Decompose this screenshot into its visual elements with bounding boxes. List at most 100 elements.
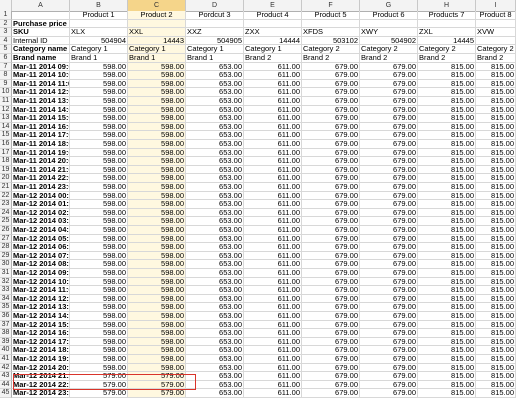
column-header-h[interactable]: H bbox=[418, 0, 476, 11]
cell[interactable]: 679.00 bbox=[302, 269, 360, 278]
row-header[interactable]: 1 bbox=[0, 11, 12, 20]
cell[interactable]: 611.00 bbox=[244, 226, 302, 235]
cell[interactable]: 679.00 bbox=[302, 260, 360, 269]
cell[interactable]: 653.00 bbox=[186, 148, 244, 158]
cell[interactable]: Mar-12 2014 03:00 bbox=[12, 217, 70, 226]
cell[interactable]: 653.00 bbox=[186, 157, 244, 166]
row-header[interactable]: 7 bbox=[0, 62, 12, 72]
row-header[interactable]: 18 bbox=[0, 157, 12, 166]
cell[interactable]: 679.00 bbox=[302, 165, 360, 175]
cell[interactable]: 679.00 bbox=[302, 174, 360, 183]
cell[interactable] bbox=[302, 19, 360, 29]
row-header[interactable]: 6 bbox=[0, 54, 12, 63]
cell[interactable]: 598.00 bbox=[128, 97, 186, 106]
cell[interactable]: 815.00 bbox=[418, 114, 476, 123]
cell[interactable]: 653.00 bbox=[186, 114, 244, 123]
cell[interactable]: 611.00 bbox=[244, 114, 302, 123]
cell[interactable]: 598.00 bbox=[70, 191, 128, 201]
cell[interactable]: Category 2 bbox=[302, 45, 360, 54]
cell[interactable]: 679.00 bbox=[302, 346, 360, 355]
cell[interactable] bbox=[12, 11, 70, 20]
cell[interactable]: 598.00 bbox=[128, 234, 186, 244]
cell[interactable] bbox=[418, 19, 476, 29]
row-header[interactable]: 19 bbox=[0, 165, 12, 175]
cell[interactable]: 815.00 bbox=[418, 277, 476, 287]
cell[interactable]: Brand 2 bbox=[418, 54, 476, 63]
cell[interactable]: 679.00 bbox=[360, 131, 418, 140]
row-header[interactable]: 17 bbox=[0, 148, 12, 158]
cell[interactable]: 815.00 bbox=[418, 380, 476, 390]
cell[interactable]: 598.00 bbox=[70, 234, 128, 244]
cell[interactable]: Brand 1 bbox=[70, 54, 128, 63]
cell[interactable]: 653.00 bbox=[186, 62, 244, 72]
cell[interactable]: 653.00 bbox=[186, 346, 244, 355]
cell[interactable]: 598.00 bbox=[70, 320, 128, 330]
column-header-d[interactable]: D bbox=[186, 0, 244, 11]
cell[interactable]: 611.00 bbox=[244, 200, 302, 209]
cell[interactable]: 815.00 bbox=[418, 140, 476, 149]
cell[interactable]: 815.00 bbox=[476, 286, 516, 295]
cell[interactable]: Brand 2 bbox=[476, 54, 516, 63]
cell[interactable]: 598.00 bbox=[128, 79, 186, 89]
cell[interactable]: 598.00 bbox=[128, 122, 186, 132]
cell[interactable]: 679.00 bbox=[360, 260, 418, 269]
cell[interactable]: 611.00 bbox=[244, 243, 302, 252]
cell[interactable]: 598.00 bbox=[70, 217, 128, 226]
cell[interactable]: 679.00 bbox=[302, 355, 360, 364]
cell[interactable]: Mar-12 2014 09:00 bbox=[12, 269, 70, 278]
column-header-g[interactable]: G bbox=[360, 0, 418, 11]
row-header[interactable]: 15 bbox=[0, 131, 12, 140]
cell[interactable]: 815.00 bbox=[476, 165, 516, 175]
cell[interactable]: 815.00 bbox=[418, 200, 476, 209]
cell[interactable]: 679.00 bbox=[302, 234, 360, 244]
cell[interactable]: 611.00 bbox=[244, 234, 302, 244]
cell[interactable]: 598.00 bbox=[128, 243, 186, 252]
cell[interactable]: 598.00 bbox=[70, 277, 128, 287]
cell[interactable]: 815.00 bbox=[418, 122, 476, 132]
cell[interactable]: 679.00 bbox=[360, 380, 418, 390]
cell[interactable]: Mar-11 2014 13:00 bbox=[12, 97, 70, 106]
row-header[interactable]: 13 bbox=[0, 114, 12, 123]
cell[interactable]: 598.00 bbox=[128, 105, 186, 115]
cell[interactable]: 679.00 bbox=[360, 363, 418, 373]
cell[interactable]: ZXL bbox=[418, 28, 476, 37]
cell[interactable]: 815.00 bbox=[476, 105, 516, 115]
cell[interactable]: 653.00 bbox=[186, 294, 244, 304]
cell[interactable]: 598.00 bbox=[128, 131, 186, 140]
cell[interactable]: 653.00 bbox=[186, 131, 244, 140]
row-header[interactable]: 35 bbox=[0, 303, 12, 312]
cell[interactable]: 598.00 bbox=[70, 260, 128, 269]
cell[interactable]: Mar-12 2014 13:00 bbox=[12, 303, 70, 312]
row-header[interactable]: 5 bbox=[0, 45, 12, 54]
cell[interactable]: 815.00 bbox=[476, 355, 516, 364]
cell[interactable]: Mar-12 2014 10:00 bbox=[12, 277, 70, 287]
row-header[interactable]: 23 bbox=[0, 200, 12, 209]
cell[interactable]: 679.00 bbox=[360, 312, 418, 321]
column-header-f[interactable]: F bbox=[302, 0, 360, 11]
cell[interactable]: 579.00 bbox=[128, 372, 186, 381]
cell[interactable]: 815.00 bbox=[418, 303, 476, 312]
cell[interactable]: Mar-12 2014 19:00 bbox=[12, 355, 70, 364]
cell[interactable]: 815.00 bbox=[418, 131, 476, 140]
cell[interactable]: 598.00 bbox=[70, 122, 128, 132]
cell[interactable]: Product 8 bbox=[476, 11, 516, 20]
cell[interactable]: 653.00 bbox=[186, 183, 244, 192]
cell[interactable]: 679.00 bbox=[302, 191, 360, 201]
cell[interactable]: 679.00 bbox=[302, 122, 360, 132]
cell[interactable]: 611.00 bbox=[244, 312, 302, 321]
cell[interactable]: 579.00 bbox=[128, 380, 186, 390]
cell[interactable]: 815.00 bbox=[418, 329, 476, 338]
cell[interactable]: 815.00 bbox=[476, 380, 516, 390]
cell[interactable]: 598.00 bbox=[70, 312, 128, 321]
cell[interactable]: 815.00 bbox=[418, 183, 476, 192]
cell[interactable]: 598.00 bbox=[128, 346, 186, 355]
cell[interactable]: Brand 1 bbox=[128, 54, 186, 63]
cell[interactable]: 611.00 bbox=[244, 79, 302, 89]
cell[interactable]: Mar-12 2014 05:00 bbox=[12, 234, 70, 244]
row-header[interactable]: 43 bbox=[0, 372, 12, 381]
cell[interactable]: 611.00 bbox=[244, 217, 302, 226]
cell[interactable]: XXZ bbox=[186, 28, 244, 37]
column-header-b[interactable]: B bbox=[70, 0, 128, 11]
row-header[interactable]: 12 bbox=[0, 105, 12, 115]
cell[interactable]: Mar-11 2014 17:00 bbox=[12, 131, 70, 140]
